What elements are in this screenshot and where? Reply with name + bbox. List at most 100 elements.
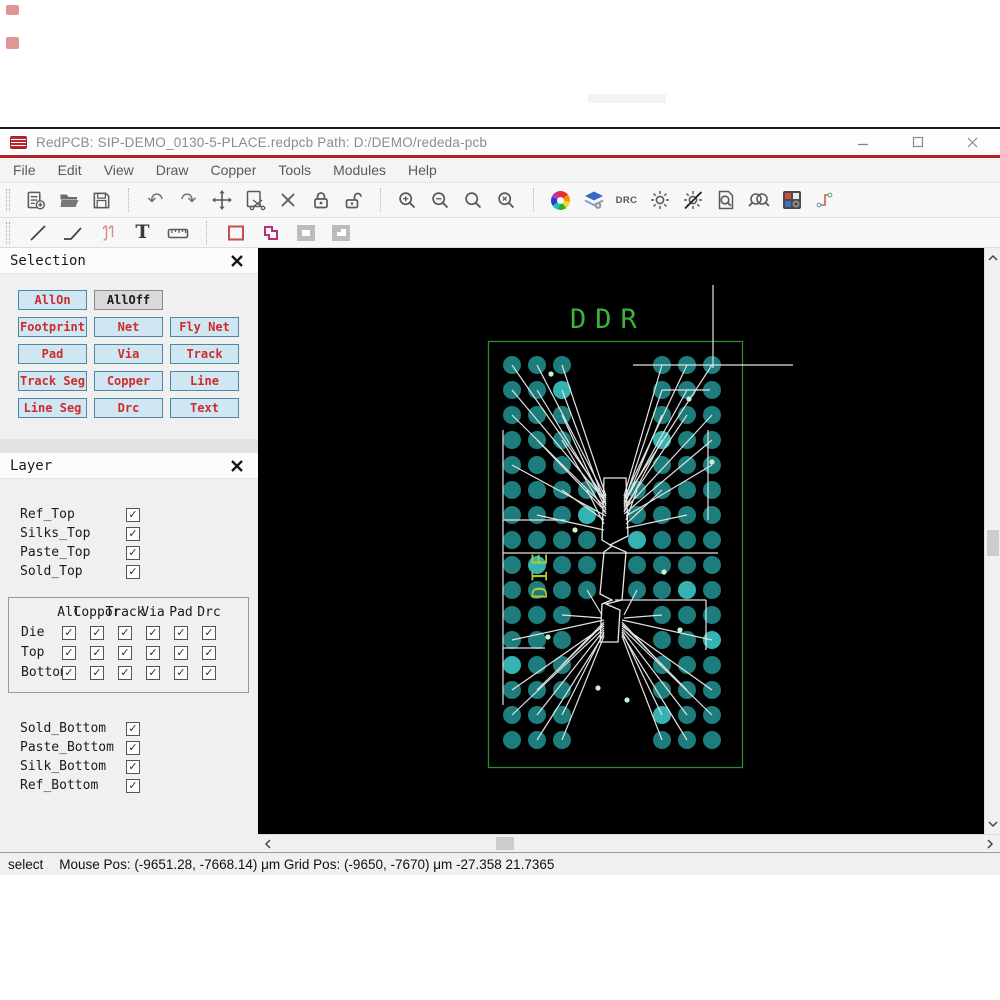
menu-copper[interactable]: Copper bbox=[199, 162, 267, 178]
pad[interactable] bbox=[653, 631, 671, 649]
pad[interactable] bbox=[553, 581, 571, 599]
pad[interactable] bbox=[503, 431, 521, 449]
selection-filter-line[interactable]: Line bbox=[170, 371, 239, 391]
close-button[interactable] bbox=[945, 129, 1000, 155]
matrix-checkbox-die-pad[interactable]: ✓ bbox=[174, 625, 188, 640]
pad[interactable] bbox=[628, 531, 646, 549]
menu-help[interactable]: Help bbox=[397, 162, 448, 178]
layer-checkbox-paste_bottom[interactable]: ✓ bbox=[126, 740, 140, 755]
highlight-off-button[interactable] bbox=[679, 186, 706, 214]
menu-file[interactable]: File bbox=[2, 162, 47, 178]
zoom-out-button[interactable] bbox=[427, 186, 454, 214]
drc-button[interactable]: DRC bbox=[613, 186, 640, 214]
ruler-button[interactable] bbox=[164, 221, 191, 245]
selection-filter-footprint[interactable]: Footprint bbox=[18, 317, 87, 337]
undo-button[interactable]: ↶ bbox=[142, 186, 169, 214]
pad[interactable] bbox=[678, 631, 696, 649]
selection-filter-track-seg[interactable]: Track Seg bbox=[18, 371, 87, 391]
zoom-button[interactable] bbox=[460, 186, 487, 214]
selection-filter-via[interactable]: Via bbox=[94, 344, 163, 364]
matrix-checkbox-bottom-all[interactable]: ✓ bbox=[62, 665, 76, 680]
pad[interactable] bbox=[578, 556, 596, 574]
lock-button[interactable] bbox=[307, 186, 334, 214]
pad[interactable] bbox=[578, 531, 596, 549]
selection-filter-fly-net[interactable]: Fly Net bbox=[170, 317, 239, 337]
minimize-button[interactable] bbox=[835, 129, 890, 155]
matrix-checkbox-die-coppor[interactable]: ✓ bbox=[90, 625, 104, 640]
scroll-right-icon[interactable] bbox=[983, 837, 997, 851]
rect-filled-button[interactable] bbox=[292, 221, 319, 245]
move-button[interactable] bbox=[208, 186, 235, 214]
pin-pair-button[interactable] bbox=[94, 221, 121, 245]
selection-filter-text[interactable]: Text bbox=[170, 398, 239, 418]
color-wheel-button[interactable] bbox=[547, 186, 574, 214]
matrix-checkbox-die-drc[interactable]: ✓ bbox=[202, 625, 216, 640]
matrix-checkbox-die-via[interactable]: ✓ bbox=[146, 625, 160, 640]
pad[interactable] bbox=[628, 556, 646, 574]
pad[interactable] bbox=[703, 506, 721, 524]
maximize-button[interactable] bbox=[890, 129, 945, 155]
layer-stack-button[interactable] bbox=[580, 186, 607, 214]
selection-filter-copper[interactable]: Copper bbox=[94, 371, 163, 391]
pad[interactable] bbox=[528, 656, 546, 674]
find-net-button[interactable] bbox=[745, 186, 772, 214]
unlock-button[interactable] bbox=[340, 186, 367, 214]
pad[interactable] bbox=[528, 481, 546, 499]
pad[interactable] bbox=[503, 556, 521, 574]
pad[interactable] bbox=[703, 581, 721, 599]
pad[interactable] bbox=[678, 531, 696, 549]
layer-checkbox-silk_bottom[interactable]: ✓ bbox=[126, 759, 140, 774]
pad[interactable] bbox=[503, 656, 521, 674]
selection-filter-allon[interactable]: AllOn bbox=[18, 290, 87, 310]
layer-checkbox-paste_top[interactable]: ✓ bbox=[126, 545, 140, 560]
matrix-checkbox-top-track[interactable]: ✓ bbox=[118, 645, 132, 660]
pcb-canvas[interactable]: DDR DIE bbox=[258, 248, 984, 834]
selection-filter-track[interactable]: Track bbox=[170, 344, 239, 364]
matrix-checkbox-top-via[interactable]: ✓ bbox=[146, 645, 160, 660]
matrix-checkbox-top-pad[interactable]: ✓ bbox=[174, 645, 188, 660]
pad[interactable] bbox=[678, 606, 696, 624]
text-button[interactable]: T bbox=[129, 221, 156, 245]
pad[interactable] bbox=[653, 456, 671, 474]
horizontal-scroll-thumb[interactable] bbox=[496, 837, 514, 850]
vertical-scrollbar[interactable] bbox=[984, 248, 1000, 834]
pad[interactable] bbox=[678, 556, 696, 574]
pad[interactable] bbox=[703, 481, 721, 499]
selection-filter-net[interactable]: Net bbox=[94, 317, 163, 337]
vertical-scroll-thumb[interactable] bbox=[987, 530, 999, 556]
matrix-checkbox-die-track[interactable]: ✓ bbox=[118, 625, 132, 640]
pad[interactable] bbox=[503, 606, 521, 624]
menu-edit[interactable]: Edit bbox=[47, 162, 93, 178]
matrix-checkbox-bottom-pad[interactable]: ✓ bbox=[174, 665, 188, 680]
polygon-outline-button[interactable] bbox=[257, 221, 284, 245]
layer-checkbox-sold_bottom[interactable]: ✓ bbox=[126, 721, 140, 736]
matrix-checkbox-bottom-via[interactable]: ✓ bbox=[146, 665, 160, 680]
pad[interactable] bbox=[503, 506, 521, 524]
pad[interactable] bbox=[678, 456, 696, 474]
pad[interactable] bbox=[553, 531, 571, 549]
delete-button[interactable] bbox=[274, 186, 301, 214]
pad[interactable] bbox=[653, 581, 671, 599]
polygon-filled-button[interactable] bbox=[327, 221, 354, 245]
pad[interactable] bbox=[678, 581, 696, 599]
selection-filter-pad[interactable]: Pad bbox=[18, 344, 87, 364]
scroll-left-icon[interactable] bbox=[261, 837, 275, 851]
layer-panel-close-icon[interactable] bbox=[230, 459, 244, 473]
layer-checkbox-ref_top[interactable]: ✓ bbox=[126, 507, 140, 522]
menu-draw[interactable]: Draw bbox=[145, 162, 200, 178]
pad[interactable] bbox=[503, 531, 521, 549]
layer-checkbox-ref_bottom[interactable]: ✓ bbox=[126, 778, 140, 793]
pad[interactable] bbox=[703, 531, 721, 549]
matrix-checkbox-die-all[interactable]: ✓ bbox=[62, 625, 76, 640]
scroll-down-icon[interactable] bbox=[986, 817, 1000, 831]
pad[interactable] bbox=[653, 531, 671, 549]
save-button[interactable] bbox=[88, 186, 115, 214]
selection-panel-close-icon[interactable] bbox=[230, 254, 244, 268]
matrix-checkbox-top-drc[interactable]: ✓ bbox=[202, 645, 216, 660]
redo-button[interactable]: ↷ bbox=[175, 186, 202, 214]
zoom-in-button[interactable] bbox=[394, 186, 421, 214]
route-button[interactable] bbox=[811, 186, 838, 214]
pad[interactable] bbox=[528, 531, 546, 549]
layer-checkbox-silks_top[interactable]: ✓ bbox=[126, 526, 140, 541]
pad[interactable] bbox=[528, 456, 546, 474]
